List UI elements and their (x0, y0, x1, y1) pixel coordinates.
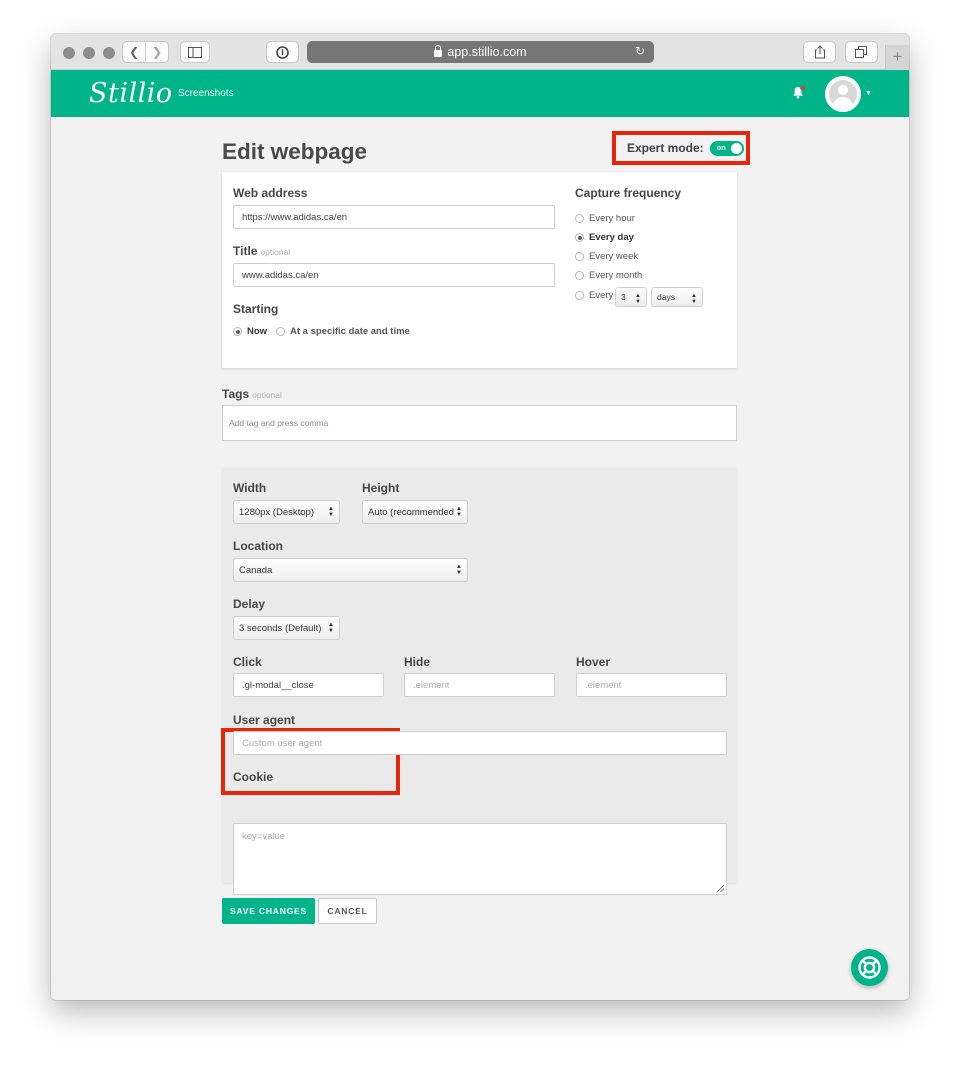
nav-screenshots[interactable]: Screenshots (178, 88, 234, 99)
capture-every-hour-option[interactable]: Every hour (575, 213, 635, 224)
browser-window: ❮ ❯ app.stillio.com ↻ + Stillio Screensh… (51, 34, 909, 1000)
account-menu-caret-icon[interactable]: ▼ (865, 90, 872, 97)
tabs-icon (855, 46, 867, 58)
address-bar-url: app.stillio.com (447, 45, 527, 59)
browser-toolbar: ❮ ❯ app.stillio.com ↻ + (51, 34, 909, 70)
user-agent-input[interactable]: Custom user agent (233, 731, 727, 755)
new-tab-button[interactable]: + (885, 45, 909, 70)
tags-input[interactable]: Add tag and press comma (222, 405, 737, 441)
toggle-knob (730, 142, 742, 154)
location-select[interactable]: Canada ▲ ▼ (233, 558, 468, 582)
radio-selected-icon (575, 233, 584, 242)
capture-custom-option[interactable]: Every (575, 290, 613, 301)
user-agent-label: User agent (233, 713, 296, 727)
web-address-label: Web address (233, 186, 308, 200)
history-nav: ❮ ❯ (122, 41, 169, 63)
capture-frequency-label: Capture frequency (575, 186, 682, 200)
radio-icon (575, 271, 584, 280)
capture-every-month-option[interactable]: Every month (575, 270, 642, 281)
cookie-label: Cookie (233, 770, 274, 784)
select-arrows-icon: ▲ ▼ (456, 506, 462, 518)
radio-icon (575, 252, 584, 261)
width-select[interactable]: 1280px (Desktop) ▲ ▼ (233, 500, 340, 524)
delay-label: Delay (233, 597, 266, 611)
select-arrows-icon: ▲ ▼ (691, 293, 697, 305)
page-content: Edit webpage Expert mode: on Web address… (51, 117, 909, 1000)
height-select[interactable]: Auto (recommended ▲ ▼ (362, 500, 468, 524)
minimize-window-button[interactable] (83, 47, 95, 59)
click-selector-input[interactable]: .gl-modal__close (233, 673, 384, 697)
sidebar-icon (188, 46, 202, 58)
capture-every-week-option[interactable]: Every week (575, 251, 638, 262)
close-window-button[interactable] (63, 47, 75, 59)
tags-label: Tags optional (222, 387, 282, 401)
zoom-window-button[interactable] (103, 47, 115, 59)
share-icon (814, 45, 825, 59)
capture-every-day-option[interactable]: Every day (575, 232, 634, 243)
share-button[interactable] (803, 41, 836, 63)
select-arrows-icon: ▲ ▼ (328, 506, 334, 518)
notification-badge (800, 85, 806, 91)
help-chat-button[interactable] (851, 949, 888, 986)
lock-icon (434, 44, 443, 57)
radio-icon (276, 327, 285, 336)
location-label: Location (233, 539, 283, 553)
tabs-overview-button[interactable] (845, 41, 878, 63)
select-arrows-icon: ▲ ▼ (635, 293, 641, 305)
starting-now-option[interactable]: Now (233, 326, 267, 337)
title-label: Title optional (233, 244, 291, 258)
title-input[interactable]: www.adidas.ca/en (233, 263, 555, 287)
hover-selector-input[interactable]: .element (576, 673, 727, 697)
select-arrows-icon: ▲ ▼ (456, 564, 462, 576)
basic-settings-card: Web address https://www.adidas.ca/en Tit… (222, 172, 737, 368)
radio-icon (575, 291, 584, 300)
tags-optional-hint: optional (252, 390, 282, 400)
hide-selector-input[interactable]: .element (404, 673, 555, 697)
custom-interval-unit-select[interactable]: days ▲ ▼ (651, 287, 703, 307)
web-address-input[interactable]: https://www.adidas.ca/en (233, 205, 555, 229)
click-label: Click (233, 655, 262, 669)
stillio-logo[interactable]: Stillio (89, 78, 173, 109)
back-icon[interactable]: ❮ (123, 42, 145, 62)
user-avatar[interactable] (825, 76, 861, 112)
hide-label: Hide (404, 655, 431, 669)
radio-selected-icon (233, 327, 242, 336)
expert-mode-highlight: Expert mode: on (612, 131, 750, 165)
starting-label: Starting (233, 302, 279, 316)
custom-interval-count-select[interactable]: 3 ▲ ▼ (615, 287, 647, 307)
delay-select[interactable]: 3 seconds (Default) ▲ ▼ (233, 616, 340, 640)
privacy-report-button[interactable] (266, 41, 299, 63)
address-bar[interactable]: app.stillio.com ↻ (307, 41, 654, 63)
cancel-button[interactable]: CANCEL (318, 898, 377, 924)
forward-icon[interactable]: ❯ (145, 42, 168, 62)
title-optional-hint: optional (260, 247, 291, 257)
expert-mode-label: Expert mode: (627, 141, 704, 155)
lifebuoy-icon (858, 956, 881, 979)
cookie-textarea[interactable]: key=value (233, 823, 727, 895)
height-label: Height (362, 481, 400, 495)
hover-label: Hover (576, 655, 611, 669)
shield-info-icon (276, 45, 289, 59)
starting-specific-date-option[interactable]: At a specific date and time (276, 326, 410, 337)
radio-icon (575, 214, 584, 223)
avatar-icon (829, 80, 857, 108)
page-title: Edit webpage (222, 139, 368, 164)
sidebar-toggle-button[interactable] (180, 41, 210, 63)
resize-grip-icon[interactable] (717, 885, 724, 892)
reload-icon[interactable]: ↻ (635, 44, 645, 58)
toggle-state-text: on (716, 142, 726, 152)
select-arrows-icon: ▲ ▼ (328, 622, 334, 634)
expert-mode-toggle[interactable]: on (709, 140, 744, 156)
cookie-placeholder: key=value (242, 831, 286, 842)
app-header: Stillio Screenshots ▼ (51, 70, 909, 117)
save-changes-button[interactable]: SAVE CHANGES (222, 898, 315, 924)
width-label: Width (233, 481, 267, 495)
